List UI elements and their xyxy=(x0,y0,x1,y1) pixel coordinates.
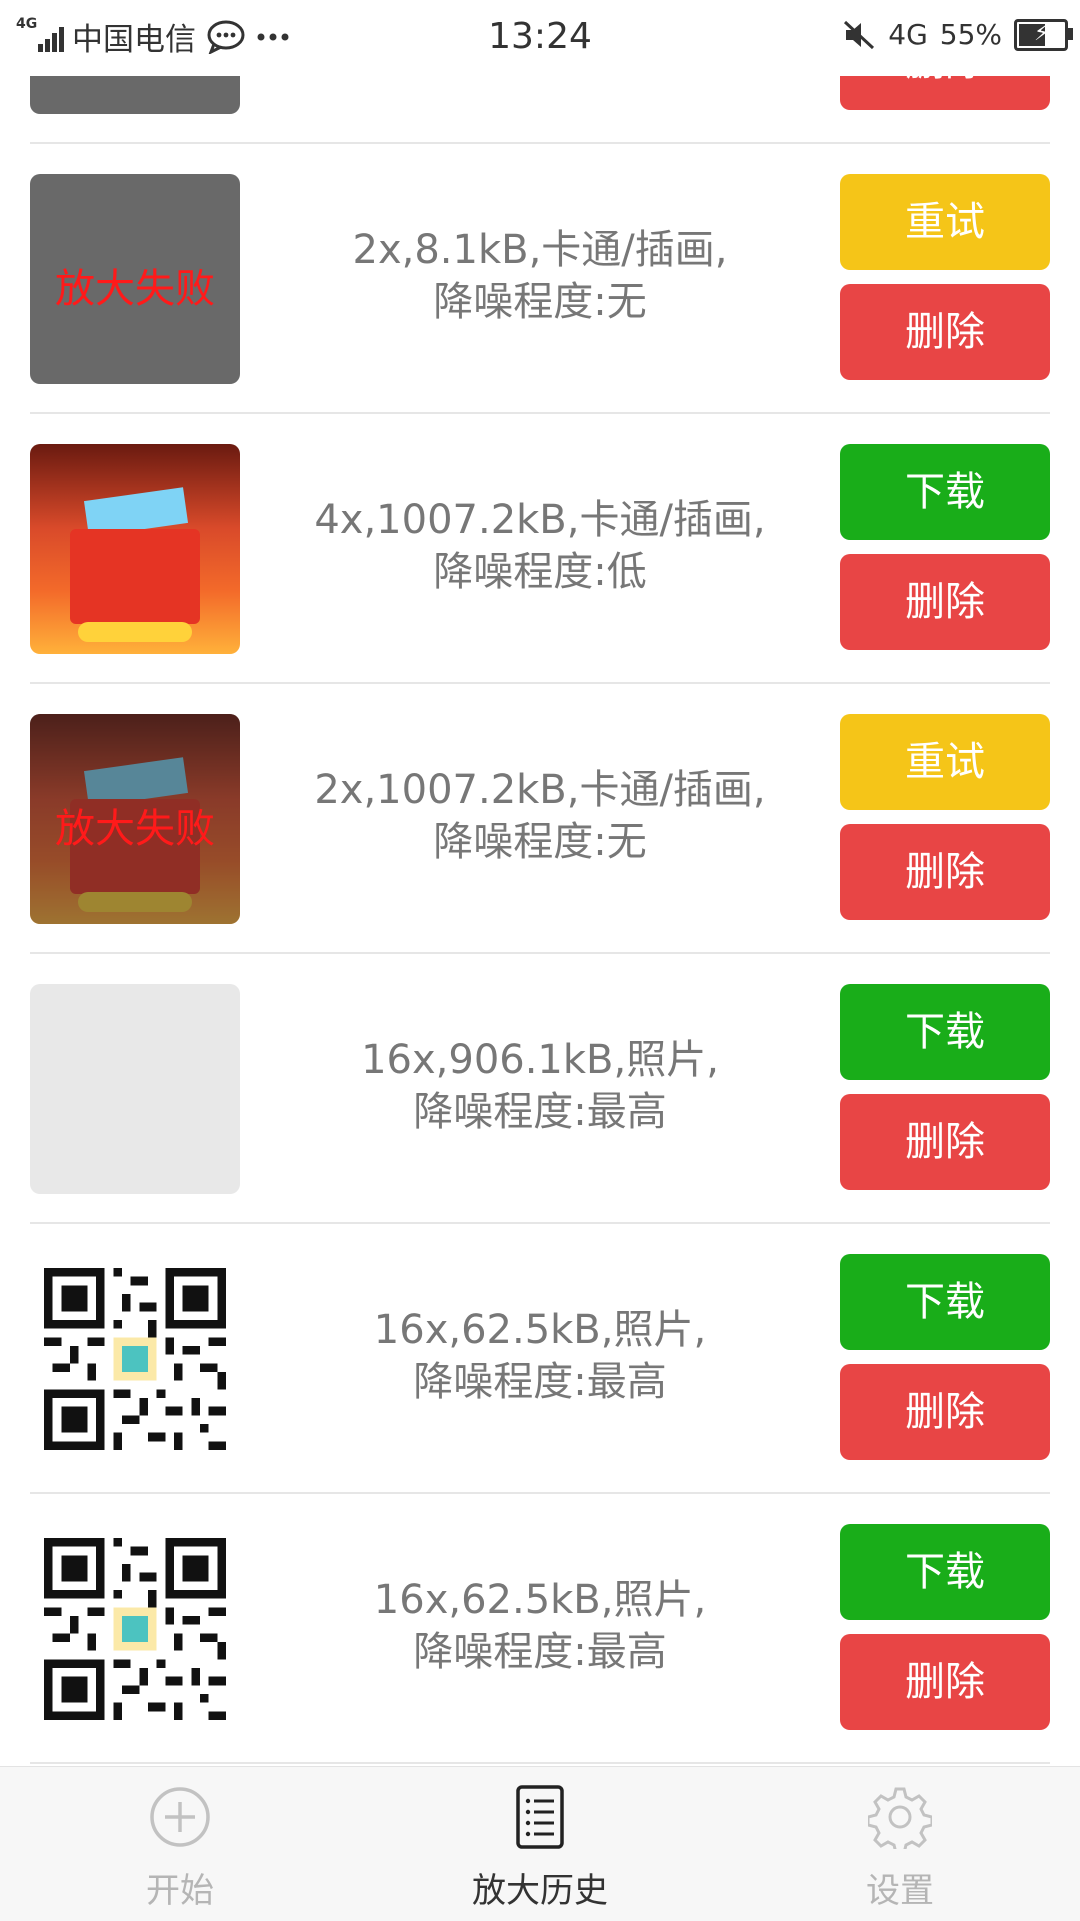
history-item: 放大失败 2x,1007.2kB,卡通/插画, 降噪程度:无 重试 删除 xyxy=(30,684,1050,954)
gear-icon xyxy=(868,1787,932,1849)
tab-history[interactable]: 放大历史 xyxy=(440,1767,640,1921)
item-params: 16x,906.1kB,照片, xyxy=(361,1037,719,1083)
retry-button[interactable]: 重试 xyxy=(840,714,1050,810)
item-info: 2x,1007.2kB,卡通/插画, 降噪程度:无 xyxy=(260,764,820,868)
upscale-failed-label: 放大失败 xyxy=(55,266,215,312)
item-params: 16x,62.5kB,照片, xyxy=(373,1577,707,1623)
delete-button[interactable]: 删除 xyxy=(840,824,1050,920)
item-info: 16x,906.1kB,照片, 降噪程度:最高 xyxy=(260,1034,820,1138)
status-bar: 4G 中国电信 13:24 4G 55% ⚡ xyxy=(0,0,1080,76)
download-button[interactable]: 下载 xyxy=(840,444,1050,540)
bottom-navigation: 开始 放大历史 设置 xyxy=(0,1766,1080,1921)
download-button[interactable]: 下载 xyxy=(840,984,1050,1080)
item-denoise: 降噪程度:无 xyxy=(433,279,647,325)
item-params: 2x,8.1kB,卡通/插画, xyxy=(352,227,728,273)
thumbnail-blank xyxy=(30,984,240,1194)
delete-button[interactable]: 删除 xyxy=(840,284,1050,380)
history-item: 放大失败 2x,8.1kB,卡通/插画, 降噪程度:无 重试 删除 xyxy=(30,144,1050,414)
download-button[interactable]: 下载 xyxy=(840,1524,1050,1620)
item-denoise: 降噪程度:低 xyxy=(433,549,647,595)
tab-start[interactable]: 开始 xyxy=(80,1767,280,1921)
thumbnail-failed: 放大失败 xyxy=(30,174,240,384)
delete-button[interactable]: 删除 xyxy=(840,1364,1050,1460)
battery-charging-icon: ⚡ xyxy=(1014,18,1073,51)
delete-button[interactable]: 删除 xyxy=(840,554,1050,650)
list-document-icon xyxy=(516,1785,564,1849)
tab-start-label: 开始 xyxy=(146,1871,214,1911)
thumbnail-qr-code xyxy=(30,1254,240,1464)
item-params: 16x,62.5kB,照片, xyxy=(373,1307,707,1353)
tab-history-label: 放大历史 xyxy=(472,1871,608,1911)
thumbnail-image-failed: 放大失败 xyxy=(30,714,240,924)
history-item: 16x,906.1kB,照片, 降噪程度:最高 下载 删除 xyxy=(30,954,1050,1224)
retry-button[interactable]: 重试 xyxy=(840,174,1050,270)
upscale-failed-label: 放大失败 xyxy=(55,806,215,852)
delete-button[interactable]: 删除 xyxy=(840,1634,1050,1730)
item-denoise: 降噪程度:最高 xyxy=(413,1359,667,1405)
delete-button[interactable]: 删除 xyxy=(840,1094,1050,1190)
thumbnail-qr-code xyxy=(30,1524,240,1734)
item-info: 16x,62.5kB,照片, 降噪程度:最高 xyxy=(260,1304,820,1408)
battery-percent: 55% xyxy=(939,18,1002,51)
tab-settings-label: 设置 xyxy=(866,1871,934,1911)
item-denoise: 降噪程度:最高 xyxy=(413,1629,667,1675)
item-denoise: 降噪程度:无 xyxy=(433,819,647,865)
history-item: 16x,62.5kB,照片, 降噪程度:最高 下载 删除 xyxy=(30,1494,1050,1764)
tab-settings[interactable]: 设置 xyxy=(800,1767,1000,1921)
plus-circle-icon xyxy=(150,1787,210,1847)
network-type: 4G xyxy=(888,18,928,51)
history-list[interactable]: 删除 放大失败 2x,8.1kB,卡通/插画, 降噪程度:无 重试 删除 4x,… xyxy=(0,0,1080,1766)
item-params: 2x,1007.2kB,卡通/插画, xyxy=(314,767,766,813)
item-info: 16x,62.5kB,照片, 降噪程度:最高 xyxy=(260,1574,820,1678)
item-params: 4x,1007.2kB,卡通/插画, xyxy=(314,497,766,543)
mute-icon xyxy=(844,20,875,49)
qr-code-image xyxy=(44,1268,226,1450)
qr-code-image xyxy=(44,1538,226,1720)
item-info: 2x,8.1kB,卡通/插画, 降噪程度:无 xyxy=(260,224,820,328)
history-item: 16x,62.5kB,照片, 降噪程度:最高 下载 删除 xyxy=(30,1224,1050,1494)
history-item: 4x,1007.2kB,卡通/插画, 降噪程度:低 下载 删除 xyxy=(30,414,1050,684)
item-denoise: 降噪程度:最高 xyxy=(413,1089,667,1135)
download-button[interactable]: 下载 xyxy=(840,1254,1050,1350)
thumbnail-image xyxy=(30,444,240,654)
item-info: 4x,1007.2kB,卡通/插画, 降噪程度:低 xyxy=(260,494,820,598)
